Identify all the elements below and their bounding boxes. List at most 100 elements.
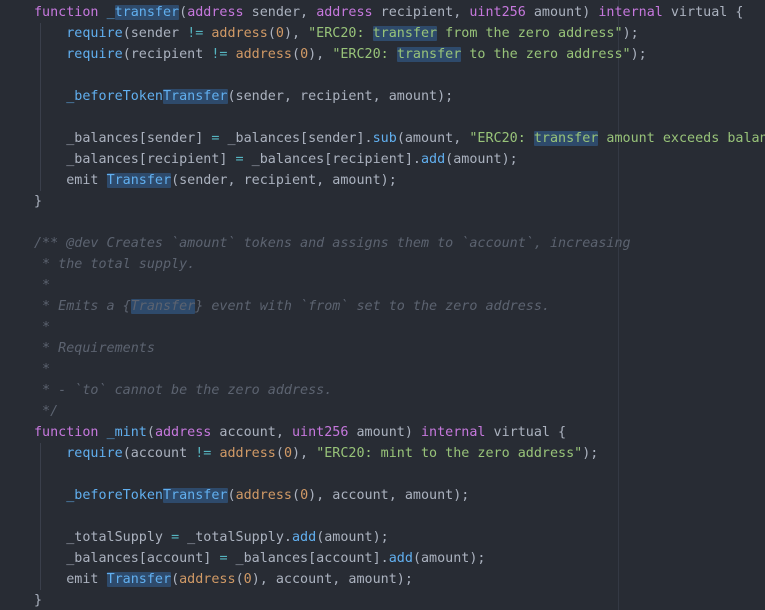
code-line[interactable]: _beforeTokenTransfer(address(0), account… <box>0 485 765 506</box>
code-token: * the total supply. <box>34 257 196 272</box>
code-line[interactable] <box>0 107 765 128</box>
code-token: 0 <box>300 488 309 503</box>
code-token: = <box>219 551 228 566</box>
search-match-token: Transfer <box>163 89 228 104</box>
code-token: (account <box>122 446 196 461</box>
code-token: uint256 <box>292 425 349 440</box>
code-area[interactable]: function _transfer(address sender, addre… <box>0 2 765 610</box>
code-token: function <box>34 5 107 20</box>
code-token: _balances[account]. <box>227 551 389 566</box>
code-line[interactable]: _balances[recipient] = _balances[recipie… <box>0 149 765 170</box>
code-token: } event with `from` set to the zero addr… <box>195 299 550 314</box>
code-token: account, <box>211 425 292 440</box>
code-token: address <box>219 446 276 461</box>
code-token: emit <box>34 173 107 188</box>
search-match-token: Transfer <box>163 488 228 503</box>
code-token: address <box>211 26 268 41</box>
code-line[interactable]: * - `to` cannot be the zero address. <box>0 380 765 401</box>
code-token: ( <box>179 5 188 20</box>
code-token: from the zero address" <box>437 26 623 41</box>
code-token: * <box>34 320 51 335</box>
code-line[interactable]: function _transfer(address sender, addre… <box>0 2 765 23</box>
code-token: uint256 <box>469 5 526 20</box>
code-token: _totalSupply <box>34 530 172 545</box>
code-token: 0 <box>300 47 309 62</box>
code-token: */ <box>34 404 59 419</box>
search-match-token: transfer <box>396 47 462 62</box>
code-token: (sender <box>122 26 188 41</box>
code-token: sub <box>372 131 397 146</box>
code-line[interactable]: require(sender != address(0), "ERC20: tr… <box>0 23 765 44</box>
code-token: add <box>292 530 317 545</box>
code-token: amount) <box>348 425 421 440</box>
code-line[interactable]: emit Transfer(address(0), account, amoun… <box>0 569 765 590</box>
code-token: ( <box>171 572 180 587</box>
code-line[interactable]: require(account != address(0), "ERC20: m… <box>0 443 765 464</box>
indent-guide <box>40 506 41 527</box>
code-line[interactable]: * <box>0 317 765 338</box>
code-token: internal <box>598 5 663 20</box>
indent-guide <box>40 149 41 170</box>
search-match-token: transfer <box>533 131 599 146</box>
code-token: amount exceeds balance" <box>606 131 765 146</box>
code-line[interactable]: * <box>0 359 765 380</box>
search-match-token: Transfer <box>106 173 172 188</box>
code-token: (amount); <box>445 152 518 167</box>
code-line[interactable]: * Requirements <box>0 338 765 359</box>
code-editor[interactable]: function _transfer(address sender, addre… <box>0 0 765 610</box>
code-token: * Emits a { <box>34 299 131 314</box>
code-token: ), account, amount); <box>308 488 470 503</box>
code-token: address <box>179 572 236 587</box>
code-line[interactable] <box>0 65 765 86</box>
indent-guide <box>40 65 41 86</box>
code-token: emit <box>34 572 107 587</box>
code-token: = <box>171 530 180 545</box>
code-token: require <box>66 47 123 62</box>
code-line[interactable]: } <box>0 191 765 212</box>
code-token: _mint <box>106 425 147 440</box>
code-line[interactable]: require(recipient != address(0), "ERC20:… <box>0 44 765 65</box>
code-line[interactable]: */ <box>0 401 765 422</box>
code-token: add <box>388 551 413 566</box>
code-token: _balances[recipient]. <box>243 152 421 167</box>
indent-guide <box>40 170 41 191</box>
code-token: "ERC20: <box>332 47 397 62</box>
indent-guide <box>40 44 41 65</box>
code-token: ( <box>227 488 236 503</box>
code-token: ( <box>267 26 276 41</box>
code-token: ( <box>275 446 284 461</box>
code-line[interactable]: /** @dev Creates `amount` tokens and ass… <box>0 233 765 254</box>
code-token: * <box>34 362 51 377</box>
code-line[interactable]: emit Transfer(sender, recipient, amount)… <box>0 170 765 191</box>
indent-guide <box>40 443 41 464</box>
indent-guide <box>40 485 41 506</box>
code-token: ), <box>283 26 309 41</box>
code-line[interactable] <box>0 464 765 485</box>
code-line[interactable]: _totalSupply = _totalSupply.add(amount); <box>0 527 765 548</box>
code-token: * - `to` cannot be the zero address. <box>34 383 333 398</box>
code-token: * Requirements <box>34 341 155 356</box>
code-line[interactable]: } <box>0 590 765 610</box>
code-token: = <box>235 152 244 167</box>
code-token: address <box>235 47 292 62</box>
code-line[interactable] <box>0 212 765 233</box>
code-line[interactable]: * Emits a {Transfer} event with `from` s… <box>0 296 765 317</box>
code-line[interactable]: _balances[sender] = _balances[sender].su… <box>0 128 765 149</box>
code-token: _beforeToken <box>66 488 163 503</box>
code-token: address <box>316 5 373 20</box>
code-token: != <box>211 47 228 62</box>
code-token: ); <box>582 446 599 461</box>
code-line[interactable]: _beforeTokenTransfer(sender, recipient, … <box>0 86 765 107</box>
code-line[interactable]: _balances[account] = _balances[account].… <box>0 548 765 569</box>
code-line[interactable]: * the total supply. <box>0 254 765 275</box>
code-token: } <box>34 593 43 608</box>
code-token: function <box>34 425 107 440</box>
code-line[interactable]: function _mint(address account, uint256 … <box>0 422 765 443</box>
code-token: * <box>34 278 51 293</box>
code-token: virtual { <box>662 5 744 20</box>
code-line[interactable] <box>0 506 765 527</box>
code-line[interactable]: * <box>0 275 765 296</box>
indent-guide <box>40 128 41 149</box>
